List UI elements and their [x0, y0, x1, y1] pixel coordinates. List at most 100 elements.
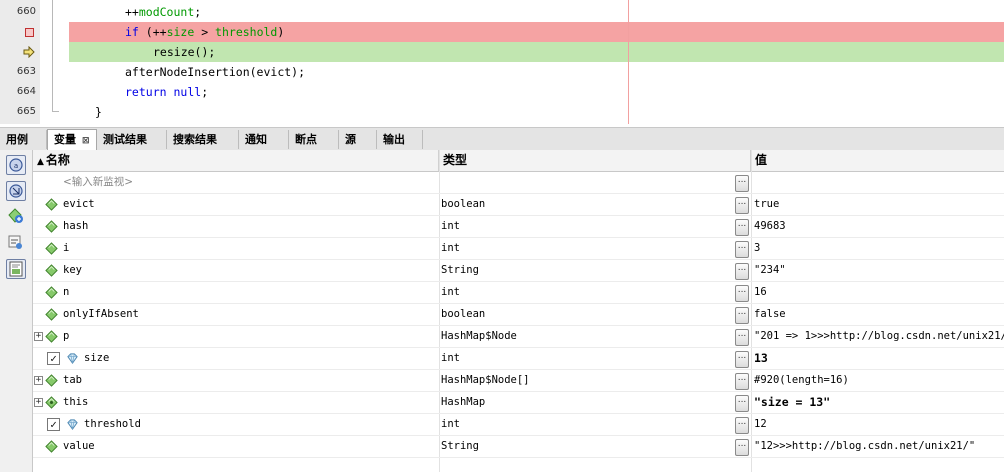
variable-row[interactable]: ✓ size int... 13: [33, 348, 1004, 370]
variable-row[interactable]: + this HashMap... "size = 13": [33, 392, 1004, 414]
variable-name: n: [63, 286, 70, 298]
variable-row[interactable]: + tab HashMap$Node[]... #920(length=16): [33, 370, 1004, 392]
sort-ascending-icon: ▲: [37, 157, 44, 167]
variable-row[interactable]: value String... "12>>>http://blog.csdn.net…: [33, 436, 1004, 458]
tab-3[interactable]: 搜索结果: [167, 130, 239, 149]
code-line[interactable]: if (++size > threshold): [0, 22, 1004, 42]
tab-1[interactable]: 变量 ⊠: [47, 129, 97, 150]
local-variable-icon: [45, 242, 58, 255]
code-line[interactable]: 663 afterNodeInsertion(evict);: [0, 62, 1004, 82]
code-text[interactable]: }: [95, 102, 102, 122]
variable-value-cell[interactable]: 49683: [754, 216, 1004, 237]
code-editor[interactable]: 660 ++modCount; if (++size > threshold) res…: [0, 0, 1004, 124]
code-text[interactable]: return null;: [125, 82, 208, 102]
variable-value-cell[interactable]: #920(length=16): [754, 370, 1004, 391]
tab-4[interactable]: 通知: [239, 130, 289, 149]
right-margin-line: [628, 0, 629, 124]
value-edit-button[interactable]: ...: [735, 417, 749, 434]
new-watch-input[interactable]: <输入新监视>: [33, 172, 465, 193]
variable-value-cell[interactable]: 3: [754, 238, 1004, 259]
tab-2[interactable]: 测试结果: [97, 130, 167, 149]
expand-node-icon[interactable]: +: [34, 376, 43, 385]
column-header-value[interactable]: 值: [751, 150, 1004, 171]
code-line[interactable]: 660 ++modCount;: [0, 2, 1004, 22]
variable-value-cell[interactable]: false: [754, 304, 1004, 325]
variable-row[interactable]: ✓ threshold int... 12: [33, 414, 1004, 436]
variable-value-cell[interactable]: "size = 13": [754, 392, 1004, 413]
show-values-as-tree-button[interactable]: [6, 259, 26, 279]
code-text[interactable]: ++modCount;: [125, 2, 201, 22]
variable-value-cell[interactable]: true: [754, 194, 1004, 215]
variable-name: size: [84, 352, 110, 364]
code-line[interactable]: resize();: [0, 42, 1004, 62]
variable-row[interactable]: + p HashMap$Node... "201 => 1>>>http://blog…: [33, 326, 1004, 348]
variable-name-cell: + this: [33, 392, 435, 413]
tab-label: 输出: [383, 133, 405, 146]
variable-row[interactable]: key String... "234": [33, 260, 1004, 282]
watch-enabled-checkbox[interactable]: ✓: [47, 418, 60, 431]
variable-name: this: [63, 396, 89, 408]
expand-node-icon[interactable]: +: [34, 398, 43, 407]
debug-tab-bar: 用例 变量 ⊠ 测试结果 搜索结果 通知 断点 源 输出: [0, 127, 1004, 151]
close-tab-icon[interactable]: ⊠: [82, 136, 90, 146]
variables-table[interactable]: ▲ 名称 类型 值 <输入新监视> ... evict boolean... true…: [33, 150, 1004, 472]
value-edit-button[interactable]: ...: [735, 395, 749, 412]
show-inherited-button[interactable]: [6, 181, 26, 201]
local-variable-icon: [45, 330, 58, 343]
line-number: 664: [16, 86, 36, 97]
code-line[interactable]: 664 return null;: [0, 82, 1004, 102]
variable-value-cell[interactable]: "12>>>http://blog.csdn.net/unix21/": [754, 436, 1004, 457]
variable-row[interactable]: n int... 16: [33, 282, 1004, 304]
variable-name-cell: + tab: [33, 370, 435, 391]
variable-value-cell[interactable]: 13: [754, 348, 1004, 369]
program-counter-arrow-icon: [23, 46, 35, 58]
value-edit-button[interactable]: ...: [735, 439, 749, 456]
variable-name-cell: key: [33, 260, 435, 281]
variable-type-cell: HashMap$Node: [441, 330, 517, 342]
variable-type-cell: int: [441, 286, 460, 298]
variable-value-cell[interactable]: "234": [754, 260, 1004, 281]
variable-row[interactable]: hash int... 49683: [33, 216, 1004, 238]
variable-value-cell[interactable]: 16: [754, 282, 1004, 303]
value-edit-button[interactable]: ...: [735, 307, 749, 324]
code-text[interactable]: afterNodeInsertion(evict);: [125, 62, 305, 82]
tab-0[interactable]: 用例: [0, 130, 47, 149]
value-edit-button[interactable]: ...: [735, 197, 749, 214]
local-variable-icon: [45, 264, 58, 277]
value-edit-button[interactable]: ...: [735, 373, 749, 390]
value-edit-button[interactable]: ...: [735, 263, 749, 280]
value-edit-button[interactable]: ...: [735, 285, 749, 302]
code-text[interactable]: if (++size > threshold): [125, 22, 284, 42]
watch-enabled-checkbox[interactable]: ✓: [47, 352, 60, 365]
expand-node-icon[interactable]: +: [34, 332, 43, 341]
evaluate-expression-button[interactable]: [6, 233, 26, 253]
value-edit-button[interactable]: ...: [735, 175, 749, 192]
variable-name: tab: [63, 374, 82, 386]
variable-name-cell: n: [33, 282, 435, 303]
value-edit-button[interactable]: ...: [735, 351, 749, 368]
variable-type-cell: int: [441, 418, 460, 430]
code-token: >: [194, 25, 216, 39]
breakpoint-icon[interactable]: [25, 28, 34, 37]
local-variable-icon: [45, 440, 58, 453]
code-text[interactable]: resize();: [153, 42, 215, 62]
tab-5[interactable]: 断点: [289, 130, 339, 149]
variable-type-cell: String: [441, 440, 479, 452]
value-edit-button[interactable]: ...: [735, 241, 749, 258]
new-watch-button[interactable]: [6, 207, 26, 227]
column-header-name[interactable]: ▲ 名称: [33, 150, 439, 171]
value-edit-button[interactable]: ...: [735, 219, 749, 236]
variable-row[interactable]: onlyIfAbsent boolean... false: [33, 304, 1004, 326]
new-watch-row[interactable]: <输入新监视> ...: [33, 172, 1004, 194]
tab-7[interactable]: 输出: [377, 130, 423, 149]
tab-6[interactable]: 源: [339, 130, 377, 149]
code-line[interactable]: 665}: [0, 102, 1004, 122]
variable-value-cell[interactable]: 12: [754, 414, 1004, 435]
value-edit-button[interactable]: ...: [735, 329, 749, 346]
column-header-type[interactable]: 类型: [439, 150, 751, 171]
variable-value-cell[interactable]: "201 => 1>>>http://blog.csdn.net/unix21/…: [754, 326, 1004, 347]
variable-type-cell: boolean: [441, 198, 486, 210]
variable-row[interactable]: i int... 3: [33, 238, 1004, 260]
variable-row[interactable]: evict boolean... true: [33, 194, 1004, 216]
show-static-button[interactable]: a: [6, 155, 26, 175]
